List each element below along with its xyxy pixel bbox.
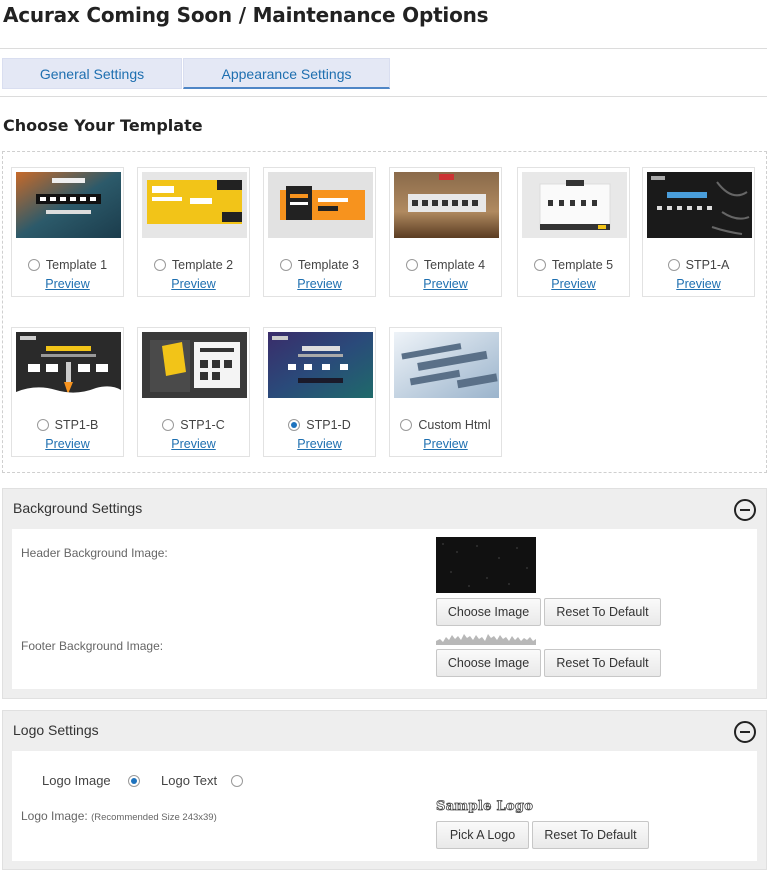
template-2-radio[interactable]	[153, 259, 166, 271]
template-card-stp1-d: STP1-D Preview	[263, 327, 376, 457]
footer-background-preview	[436, 631, 536, 645]
template-1-radio[interactable]	[27, 259, 40, 271]
template-2-thumbnail[interactable]	[142, 172, 247, 238]
template-2-preview-link[interactable]: Preview	[138, 277, 249, 291]
stp1-a-label: STP1-A	[685, 258, 730, 272]
stp1-d-radio[interactable]	[288, 419, 301, 431]
template-1-radio-row[interactable]: Template 1	[12, 258, 123, 272]
template-card-3: Template 3 Preview	[263, 167, 376, 297]
stp1-d-preview-link[interactable]: Preview	[264, 437, 375, 451]
logo-image-option[interactable]: Logo Image	[42, 773, 146, 788]
background-settings-body: Header Background Image: Choose Image Re…	[12, 529, 757, 689]
logo-recommended-size: (Recommended Size 243x39)	[91, 812, 217, 823]
template-card-4: Template 4 Preview	[389, 167, 502, 297]
template-card-custom-html: Custom Html Preview	[389, 327, 502, 457]
template-4-radio-row[interactable]: Template 4	[390, 258, 501, 272]
template-3-thumbnail[interactable]	[268, 172, 373, 238]
template-3-label: Template 3	[297, 258, 360, 272]
custom-html-radio[interactable]	[400, 419, 413, 431]
template-5-radio-row[interactable]: Template 5	[518, 258, 629, 272]
template-1-thumbnail[interactable]	[16, 172, 121, 238]
logo-text-option-label: Logo Text	[161, 773, 218, 788]
footer-background-label: Footer Background Image:	[21, 639, 164, 653]
background-settings-panel: Background Settings Header Background Im…	[2, 488, 767, 699]
stp1-c-radio[interactable]	[162, 419, 175, 431]
stp1-d-radio-row[interactable]: STP1-D	[264, 418, 375, 432]
tab-general-settings[interactable]: General Settings	[2, 58, 182, 89]
logo-image-option-label: Logo Image	[42, 773, 111, 788]
footer-choose-image-button[interactable]: Choose Image	[436, 649, 541, 677]
template-4-preview-link[interactable]: Preview	[390, 277, 501, 291]
stp1-b-radio-row[interactable]: STP1-B	[12, 418, 123, 432]
stp1-a-radio[interactable]	[667, 259, 680, 271]
template-grid: Template 1 Preview Template 2 Preview Te…	[2, 151, 767, 473]
footer-reset-to-default-button[interactable]: Reset To Default	[544, 649, 661, 677]
stp1-b-thumbnail[interactable]	[16, 332, 121, 398]
logo-settings-body: Logo Image Logo Text Logo Image: (Recomm…	[12, 751, 757, 861]
collapse-icon[interactable]	[734, 721, 756, 743]
template-card-2: Template 2 Preview	[137, 167, 250, 297]
template-1-label: Template 1	[45, 258, 108, 272]
stp1-a-thumbnail[interactable]	[647, 172, 752, 238]
logo-image-label: Logo Image: (Recommended Size 243x39)	[21, 809, 217, 823]
template-4-label: Template 4	[423, 258, 486, 272]
template-3-preview-link[interactable]: Preview	[264, 277, 375, 291]
template-2-label: Template 2	[171, 258, 234, 272]
template-4-radio[interactable]	[405, 259, 418, 271]
stp1-b-radio[interactable]	[36, 419, 49, 431]
logo-image-radio[interactable]	[128, 775, 141, 787]
header-choose-image-button[interactable]: Choose Image	[436, 598, 541, 626]
template-card-stp1-a: STP1-A Preview	[642, 167, 755, 297]
sample-logo-preview: Sample Logo	[436, 799, 534, 815]
logo-image-label-text: Logo Image:	[21, 809, 88, 823]
stp1-c-preview-link[interactable]: Preview	[138, 437, 249, 451]
header-reset-to-default-button[interactable]: Reset To Default	[544, 598, 661, 626]
template-5-thumbnail[interactable]	[522, 172, 627, 238]
stp1-c-radio-row[interactable]: STP1-C	[138, 418, 249, 432]
stp1-a-radio-row[interactable]: STP1-A	[643, 258, 754, 272]
header-background-preview	[436, 537, 536, 593]
stp1-c-label: STP1-C	[180, 418, 225, 432]
collapse-icon[interactable]	[734, 499, 756, 521]
template-3-radio[interactable]	[279, 259, 292, 271]
custom-html-label: Custom Html	[418, 418, 491, 432]
template-card-1: Template 1 Preview	[11, 167, 124, 297]
tab-appearance-settings[interactable]: Appearance Settings	[183, 58, 390, 89]
divider	[0, 48, 767, 49]
template-card-stp1-c: STP1-C Preview	[137, 327, 250, 457]
logo-settings-title: Logo Settings	[13, 722, 99, 738]
template-3-radio-row[interactable]: Template 3	[264, 258, 375, 272]
custom-html-preview-link[interactable]: Preview	[390, 437, 501, 451]
page-title: Acurax Coming Soon / Maintenance Options	[3, 3, 489, 27]
stp1-b-preview-link[interactable]: Preview	[12, 437, 123, 451]
header-background-label: Header Background Image:	[21, 546, 168, 560]
stp1-c-thumbnail[interactable]	[142, 332, 247, 398]
stp1-d-label: STP1-D	[306, 418, 351, 432]
template-card-5: Template 5 Preview	[517, 167, 630, 297]
logo-reset-to-default-button[interactable]: Reset To Default	[532, 821, 649, 849]
template-2-radio-row[interactable]: Template 2	[138, 258, 249, 272]
custom-html-thumbnail[interactable]	[394, 332, 499, 398]
logo-text-option[interactable]: Logo Text	[161, 773, 249, 788]
logo-text-radio[interactable]	[230, 775, 243, 787]
template-5-label: Template 5	[551, 258, 614, 272]
template-4-thumbnail[interactable]	[394, 172, 499, 238]
stp1-a-preview-link[interactable]: Preview	[643, 277, 754, 291]
pick-a-logo-button[interactable]: Pick A Logo	[436, 821, 529, 849]
template-5-preview-link[interactable]: Preview	[518, 277, 629, 291]
choose-template-heading: Choose Your Template	[3, 116, 203, 135]
stp1-d-thumbnail[interactable]	[268, 332, 373, 398]
background-settings-title: Background Settings	[13, 500, 143, 516]
custom-html-radio-row[interactable]: Custom Html	[390, 418, 501, 432]
template-5-radio[interactable]	[533, 259, 546, 271]
divider	[0, 96, 767, 97]
template-1-preview-link[interactable]: Preview	[12, 277, 123, 291]
template-card-stp1-b: STP1-B Preview	[11, 327, 124, 457]
logo-settings-panel: Logo Settings Logo Image Logo Text Logo …	[2, 710, 767, 870]
stp1-b-label: STP1-B	[54, 418, 99, 432]
